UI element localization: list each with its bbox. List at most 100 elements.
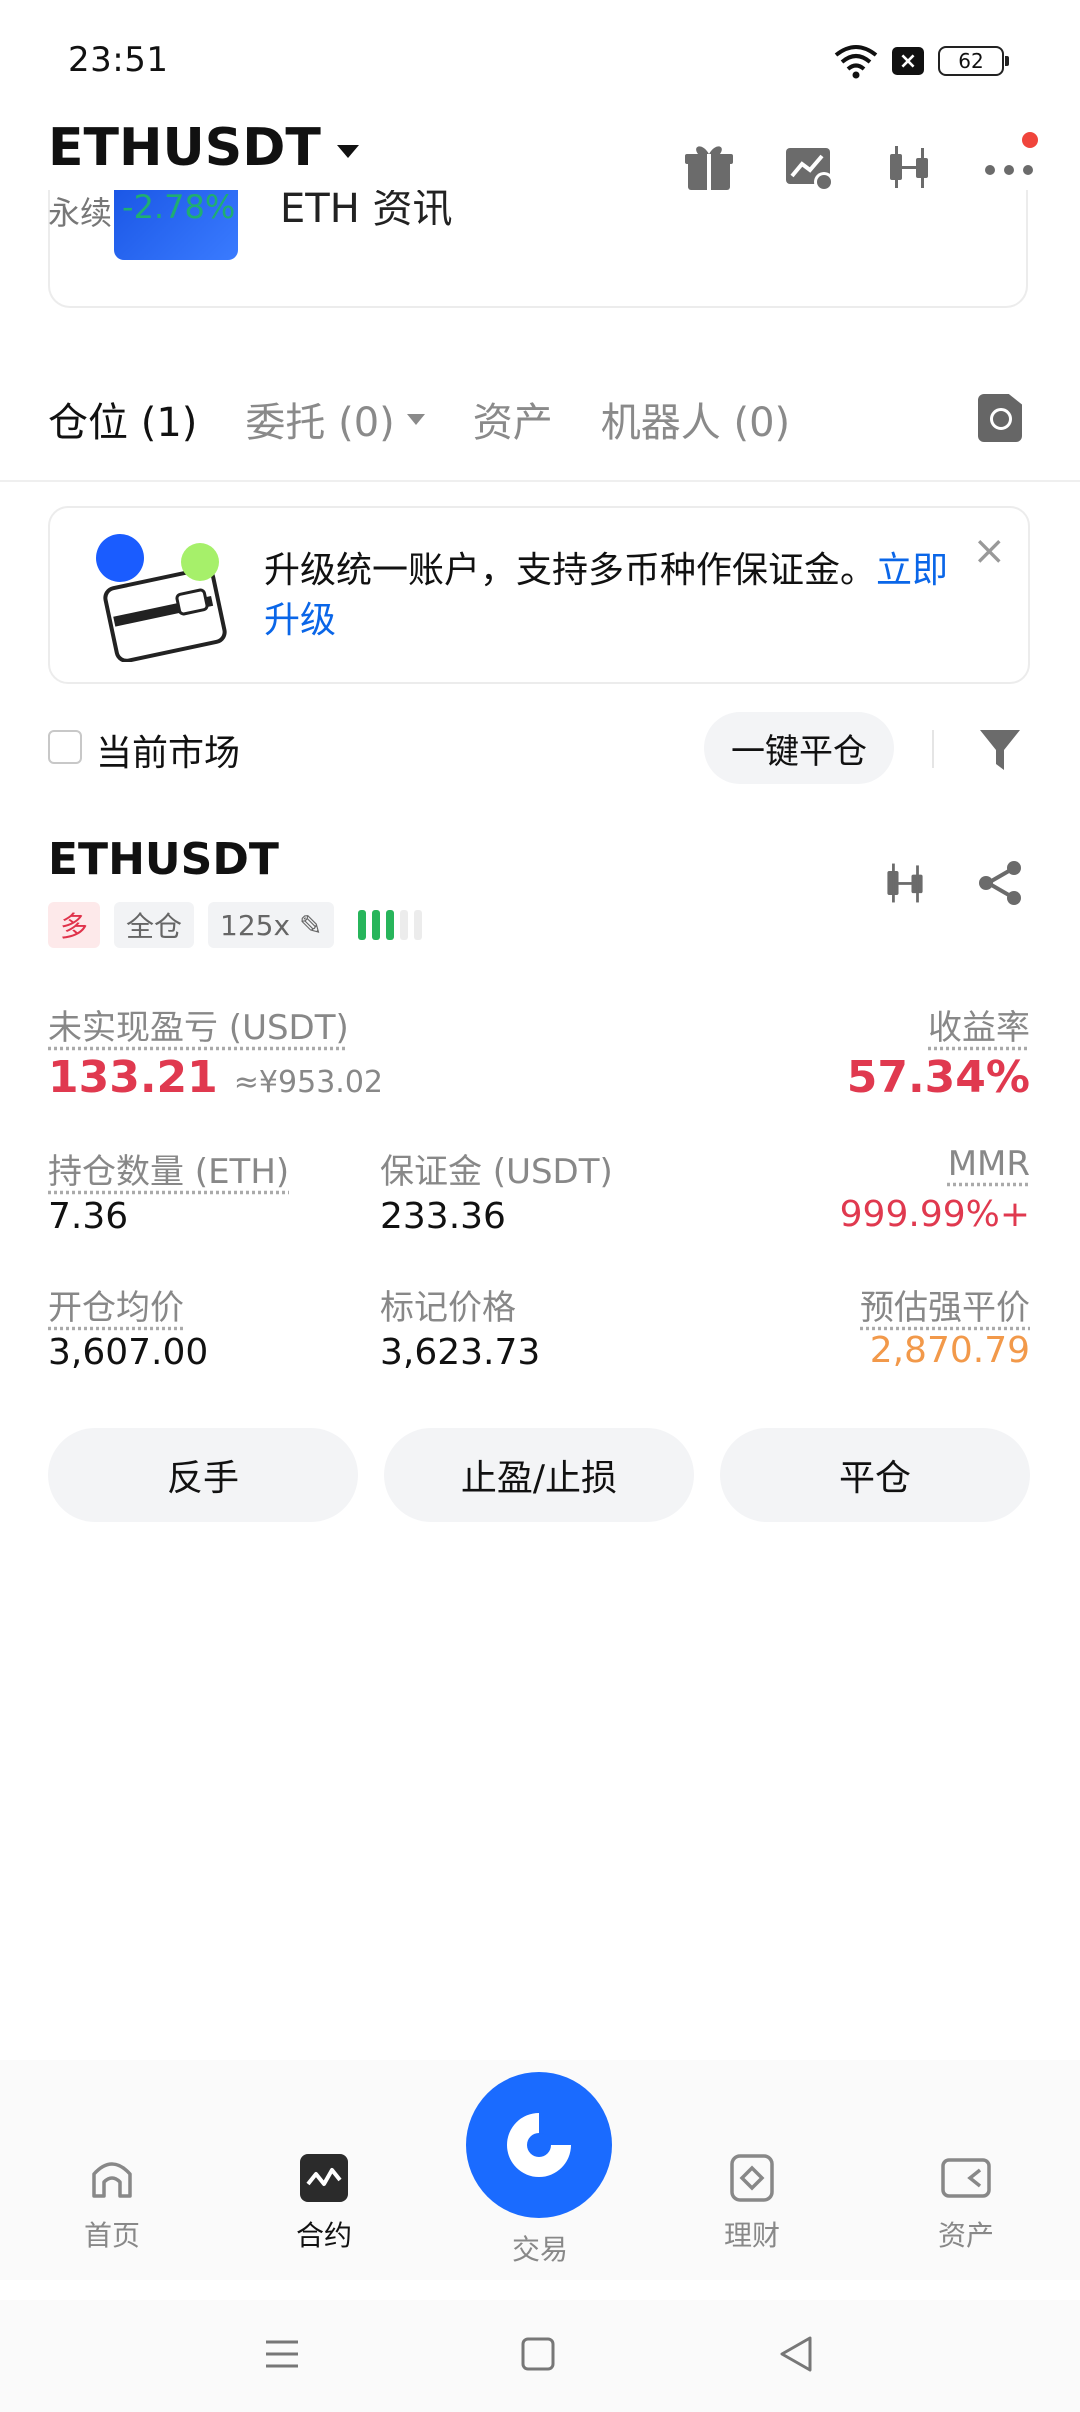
close-position-button[interactable]: 平仓: [720, 1428, 1030, 1522]
nav-futures-label: 合约: [295, 2219, 352, 2252]
unrealized-pnl-cny: ≈¥953.02: [233, 1065, 383, 1100]
candlestick-icon[interactable]: [880, 858, 930, 908]
margin-value: 233.36: [380, 1196, 506, 1237]
more-icon[interactable]: [982, 132, 1038, 194]
trade-button[interactable]: [466, 2072, 612, 2218]
system-nav: [0, 2300, 1080, 2412]
tab-orders[interactable]: 委托 (0): [245, 390, 425, 448]
price-change: -2.78%: [122, 188, 236, 226]
unrealized-pnl-label[interactable]: 未实现盈亏 (USDT): [48, 1000, 349, 1049]
tp-sl-button[interactable]: 止盈/止损: [384, 1428, 694, 1522]
status-icons: × 62: [834, 40, 1009, 82]
position-tags: 多 全仓 125x ✎: [48, 902, 423, 948]
nav-trade-label[interactable]: 交易: [480, 2228, 600, 2268]
risk-level-bar: [386, 910, 395, 940]
earn-icon: [730, 2154, 774, 2202]
trade-icon: [507, 2113, 571, 2177]
divider: [0, 480, 1080, 482]
back-icon[interactable]: [776, 2334, 816, 2374]
battery-level: 62: [958, 49, 984, 73]
reverse-button[interactable]: 反手: [48, 1428, 358, 1522]
position-symbol[interactable]: ETHUSDT: [48, 834, 279, 885]
edit-icon: ✎: [298, 908, 323, 942]
pair-subtitle: 永续 -2.78%: [48, 188, 235, 234]
nav-earn[interactable]: 理财: [692, 2152, 812, 2254]
mark-price-value: 3,623.73: [380, 1332, 541, 1373]
position-tabs: 仓位 (1) 委托 (0) 资产 机器人 (0): [48, 390, 790, 448]
position-action-buttons: 反手 止盈/止损 平仓: [48, 1428, 1030, 1522]
unrealized-pnl-value: 133.21: [48, 1052, 218, 1103]
tab-assets-label: 资产: [472, 400, 553, 446]
close-all-button[interactable]: 一键平仓: [704, 712, 894, 784]
risk-level-bar: [414, 910, 423, 940]
position-size-label[interactable]: 持仓数量 (ETH): [48, 1144, 289, 1193]
divider: [932, 730, 934, 768]
history-icon[interactable]: [978, 394, 1022, 442]
margin-label: 保证金 (USDT): [380, 1152, 613, 1192]
unrealized-pnl: 133.21 ≈¥953.02: [48, 1052, 383, 1103]
roe-value: 57.34%: [846, 1052, 1030, 1103]
nav-assets[interactable]: 资产: [906, 2152, 1026, 2254]
status-time: 23:51: [68, 40, 169, 80]
risk-level-bar: [372, 910, 381, 940]
header-actions: [682, 132, 1038, 194]
no-sim-icon: ×: [892, 47, 924, 75]
mmr-label[interactable]: MMR: [948, 1144, 1030, 1184]
risk-level-bars: [358, 910, 423, 940]
entry-price-value: 3,607.00: [48, 1332, 209, 1373]
tab-positions-label: 仓位 (1): [48, 400, 198, 446]
leverage-value: 125x: [220, 908, 291, 942]
chart-settings-icon[interactable]: [782, 140, 836, 194]
futures-icon: [300, 2154, 348, 2202]
entry-price-label[interactable]: 开仓均价: [48, 1280, 184, 1329]
news-card-text: ETH 资讯: [280, 190, 453, 232]
bottom-nav: 首页 合约 交易 理财 资产: [0, 2060, 1080, 2280]
caret-down-icon: [336, 144, 359, 158]
nav-assets-label: 资产: [937, 2219, 994, 2252]
share-icon[interactable]: [976, 858, 1026, 908]
close-icon[interactable]: ×: [972, 528, 1006, 574]
mmr-value: 999.99%+: [839, 1194, 1030, 1235]
liq-price-value: 2,870.79: [869, 1330, 1030, 1371]
risk-level-bar: [358, 910, 367, 940]
tab-bots[interactable]: 机器人 (0): [601, 390, 790, 448]
menu-icon[interactable]: [262, 2334, 302, 2374]
nav-home-label: 首页: [83, 2219, 140, 2252]
banner-text: 升级统一账户，支持多币种作保证金。: [264, 550, 877, 591]
risk-level-bar: [400, 910, 409, 940]
nav-home[interactable]: 首页: [52, 2152, 172, 2254]
tab-orders-label: 委托 (0): [245, 400, 395, 446]
tab-assets[interactable]: 资产: [473, 390, 553, 448]
gift-icon[interactable]: [682, 140, 736, 194]
tab-bots-label: 机器人 (0): [600, 400, 791, 446]
home-square-icon[interactable]: [518, 2334, 558, 2374]
mark-price-label: 标记价格: [380, 1288, 516, 1328]
current-market-checkbox[interactable]: [48, 730, 82, 764]
filter-row: 当前市场 一键平仓: [48, 712, 1030, 784]
upgrade-banner: 升级统一账户，支持多币种作保证金。立即升级 ×: [48, 506, 1030, 684]
nav-futures[interactable]: 合约: [264, 2152, 384, 2254]
wallet-icon: [941, 2158, 991, 2198]
home-icon: [92, 2162, 132, 2198]
side-tag: 多: [48, 902, 101, 948]
position-actions: [880, 858, 1026, 908]
notification-dot: [1022, 132, 1038, 148]
battery-icon: 62: [938, 46, 1009, 76]
roe-label[interactable]: 收益率: [928, 1000, 1030, 1049]
wallet-illustration-icon: [96, 534, 227, 662]
candlestick-icon[interactable]: [882, 140, 936, 194]
position-size-value: 7.36: [48, 1196, 129, 1237]
banner-message: 升级统一账户，支持多币种作保证金。立即升级: [264, 546, 964, 646]
nav-earn-label: 理财: [723, 2219, 780, 2252]
pair-symbol: ETHUSDT: [48, 118, 321, 178]
contract-type: 永续: [48, 194, 113, 232]
wifi-icon: [834, 45, 878, 79]
pair-selector[interactable]: ETHUSDT: [48, 118, 359, 178]
margin-mode-tag[interactable]: 全仓: [114, 902, 195, 948]
filter-icon[interactable]: [978, 726, 1022, 774]
leverage-tag[interactable]: 125x ✎: [208, 902, 335, 948]
tab-positions[interactable]: 仓位 (1): [48, 390, 197, 448]
liq-price-label[interactable]: 预估强平价: [860, 1280, 1030, 1329]
chevron-down-icon: [406, 413, 425, 425]
current-market-label[interactable]: 当前市场: [96, 724, 240, 776]
